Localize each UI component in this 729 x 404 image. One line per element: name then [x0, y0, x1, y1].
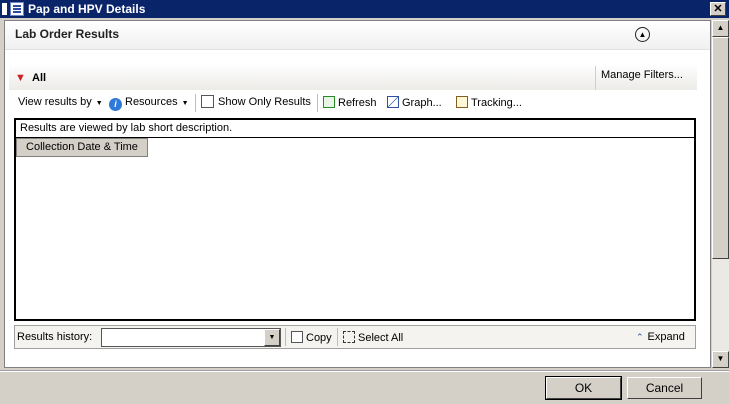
manage-filters-button[interactable]: Manage Filters...	[595, 66, 696, 90]
collection-date-column-header[interactable]: Collection Date & Time	[16, 138, 148, 157]
scroll-thumb[interactable]	[712, 37, 729, 259]
refresh-button[interactable]: Refresh	[323, 96, 377, 109]
select-all-icon	[343, 331, 355, 343]
dropdown-arrow-icon[interactable]: ▼	[264, 329, 280, 346]
cancel-button[interactable]: Cancel	[627, 377, 702, 399]
refresh-label: Refresh	[338, 97, 377, 109]
copy-label: Copy	[306, 332, 332, 344]
results-history-label: Results history:	[17, 331, 93, 343]
view-results-by-label: View results by	[18, 96, 92, 108]
results-note: Results are viewed by lab short descript…	[20, 122, 233, 134]
form-list-icon	[10, 2, 24, 16]
caret-down-icon: ▼	[95, 100, 103, 107]
tracking-button[interactable]: Tracking...	[456, 96, 522, 109]
resources-dropdown[interactable]: i Resources ▼	[109, 96, 189, 111]
resources-label: Resources	[125, 96, 178, 108]
toolbar-separator	[317, 94, 318, 112]
caret-down-icon: ▼	[181, 100, 189, 107]
footer-divider	[0, 370, 729, 372]
tracking-label: Tracking...	[471, 97, 522, 109]
select-all-button[interactable]: Select All	[343, 331, 403, 344]
funnel-icon: ▼	[15, 72, 26, 84]
expand-button[interactable]: ⌃ Expand	[636, 331, 685, 343]
section-title: Lab Order Results	[15, 27, 120, 41]
window-title: Pap and HPV Details	[28, 2, 146, 16]
filter-label[interactable]: All	[32, 72, 46, 84]
refresh-icon	[323, 96, 335, 108]
double-chevron-up-icon: ⌃	[636, 332, 644, 342]
scroll-up-button[interactable]: ▲	[712, 20, 729, 37]
tracking-icon	[456, 96, 468, 108]
scroll-down-button[interactable]: ▼	[712, 351, 729, 368]
graph-label: Graph...	[402, 97, 442, 109]
close-button[interactable]: ✕	[710, 2, 726, 16]
toolbar-separator	[285, 328, 286, 346]
graph-icon	[387, 96, 399, 108]
info-icon: i	[109, 98, 122, 111]
results-history-select[interactable]	[101, 328, 281, 347]
select-all-label: Select All	[358, 332, 404, 344]
show-only-results-label[interactable]: Show Only Results	[218, 96, 311, 108]
graph-button[interactable]: Graph...	[387, 96, 442, 109]
show-only-results-checkbox[interactable]	[201, 95, 214, 108]
toolbar-separator	[337, 328, 338, 346]
toolbar-separator	[195, 94, 196, 112]
copy-button[interactable]: Copy	[291, 331, 332, 344]
filter-bar	[9, 66, 697, 90]
expand-label: Expand	[647, 331, 685, 343]
view-results-by-dropdown[interactable]: View results by ▼	[18, 96, 103, 108]
chevron-up-circle-icon[interactable]: ▲	[635, 27, 650, 42]
copy-icon	[291, 331, 303, 343]
window-marker-icon	[2, 3, 7, 15]
ok-button[interactable]: OK	[545, 376, 622, 400]
